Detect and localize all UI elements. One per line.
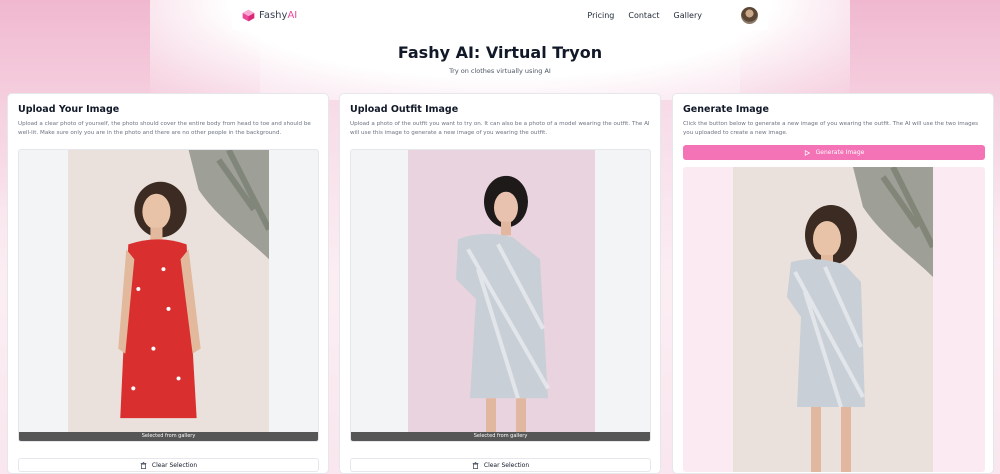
user-image-dropzone[interactable]: Selected from gallery xyxy=(18,149,319,442)
nav-link-contact[interactable]: Contact xyxy=(628,11,659,20)
card-title: Upload Outfit Image xyxy=(350,104,459,115)
nav-link-gallery[interactable]: Gallery xyxy=(674,11,703,20)
logo[interactable]: FashyAI xyxy=(242,9,297,22)
user-photo xyxy=(68,150,269,441)
play-icon xyxy=(804,149,810,156)
result-photo xyxy=(733,167,933,472)
navbar: FashyAI Pricing Contact Gallery xyxy=(232,0,768,30)
trash-icon xyxy=(472,461,479,469)
trash-icon xyxy=(140,461,147,469)
card-description: Click the button below to generate a new… xyxy=(683,121,979,136)
card-description: Upload a clear photo of yourself, the ph… xyxy=(18,121,311,136)
avatar[interactable] xyxy=(741,7,758,24)
cube-icon xyxy=(242,9,255,21)
nav-link-pricing[interactable]: Pricing xyxy=(587,11,614,20)
selected-status: Selected from gallery xyxy=(19,432,318,441)
card-description: Upload a photo of the outfit you want to… xyxy=(350,121,650,136)
logo-text: FashyAI xyxy=(259,9,298,21)
card-title: Upload Your Image xyxy=(18,104,120,115)
card-title: Generate Image xyxy=(683,104,769,115)
clear-selection-button[interactable]: Clear Selection xyxy=(350,458,651,472)
nav-links: Pricing Contact Gallery xyxy=(587,11,702,20)
generate-image-label: Generate Image xyxy=(815,149,865,156)
upload-image-card: Upload Your Image Upload a clear photo o… xyxy=(7,93,329,474)
outfit-image-dropzone[interactable]: Selected from gallery xyxy=(350,149,651,442)
selected-status: Selected from gallery xyxy=(351,432,650,441)
generate-card: Generate Image Click the button below to… xyxy=(672,93,994,474)
clear-selection-label: Clear Selection xyxy=(483,461,530,469)
upload-outfit-card: Upload Outfit Image Upload a photo of th… xyxy=(339,93,661,474)
clear-selection-label: Clear Selection xyxy=(151,461,198,469)
generate-image-button[interactable]: Generate Image xyxy=(683,145,985,160)
outfit-photo xyxy=(408,150,595,441)
page-title: Fashy AI: Virtual Tryon xyxy=(397,43,603,62)
page-subtitle: Try on clothes virtually using AI xyxy=(449,67,551,75)
result-image-area xyxy=(683,167,985,472)
clear-selection-button[interactable]: Clear Selection xyxy=(18,458,319,472)
